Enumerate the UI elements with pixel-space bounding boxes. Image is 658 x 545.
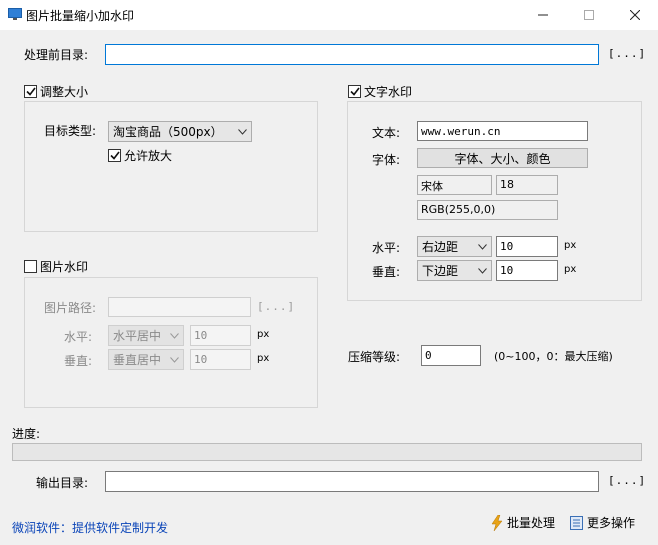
more-actions-button[interactable]: 更多操作 [570,514,635,531]
window-title: 图片批量缩小加水印 [26,9,135,23]
source-dir-input[interactable] [105,44,599,65]
resize-checkbox[interactable] [24,85,37,98]
resize-toggle[interactable]: 调整大小 [24,83,88,100]
company-link[interactable]: 微润软件：提供软件定制开发 [12,519,168,536]
compression-input[interactable]: 0 [421,345,481,366]
image-vertical-select[interactable]: 垂直居中 [108,349,184,370]
text-watermark-checkbox[interactable] [348,85,361,98]
close-icon [630,10,640,20]
image-watermark-checkbox[interactable] [24,260,37,273]
maximize-button[interactable] [566,0,612,30]
image-horizontal-offset[interactable]: 10 [190,325,251,346]
text-horizontal-label: 水平: [372,241,401,255]
image-horizontal-select[interactable]: 水平居中 [108,325,184,346]
batch-process-label: 批量处理 [507,516,556,530]
resize-label: 调整大小 [40,85,89,99]
text-watermark-label: 文字水印 [364,85,413,99]
allow-enlarge-toggle[interactable]: 允许放大 [108,147,172,164]
maximize-icon [584,10,594,20]
allow-enlarge-checkbox[interactable] [108,149,121,162]
list-icon [570,515,583,530]
compression-label: 压缩等级: [348,350,401,364]
font-color-field: RGB(255,0,0) [417,200,558,220]
chevron-down-icon [238,128,247,135]
progress-bar [12,443,642,461]
checkmark-icon [109,151,120,160]
image-path-input[interactable] [108,297,251,317]
image-vertical-offset[interactable]: 10 [190,349,251,370]
minimize-button[interactable] [520,0,566,30]
checkmark-icon [349,87,360,96]
text-horizontal-select[interactable]: 右边距 [417,236,492,257]
text-horizontal-unit: px [564,240,577,251]
font-settings-button[interactable]: 字体、大小、颜色 [417,148,588,168]
image-horizontal-unit: px [257,329,270,340]
image-path-label: 图片路径: [44,301,97,315]
minimize-icon [538,14,548,16]
image-watermark-toggle[interactable]: 图片水印 [24,258,88,275]
source-dir-browse-button[interactable]: [...] [608,47,646,60]
font-label: 字体: [372,153,401,167]
image-vertical-label: 垂直: [64,354,93,368]
image-horizontal-label: 水平: [64,330,93,344]
text-watermark-toggle[interactable]: 文字水印 [348,83,412,100]
output-dir-input[interactable] [105,471,599,492]
text-label: 文本: [372,126,401,140]
text-vertical-value: 下边距 [422,264,459,278]
text-vertical-unit: px [564,264,577,275]
target-type-value: 淘宝商品（500px） [113,125,223,139]
chevron-down-icon [170,332,179,339]
checkmark-icon [25,87,36,96]
font-size-field: 18 [496,175,558,195]
text-vertical-label: 垂直: [372,265,401,279]
close-button[interactable] [612,0,658,30]
font-name-field: 宋体 [417,175,492,195]
chevron-down-icon [478,267,487,274]
lightning-icon [491,514,503,531]
watermark-text-input[interactable]: www.werun.cn [417,121,588,141]
image-path-browse-button[interactable]: [...] [257,300,295,313]
text-vertical-select[interactable]: 下边距 [417,260,492,281]
image-horizontal-value: 水平居中 [113,329,162,343]
output-dir-browse-button[interactable]: [...] [608,474,646,487]
chevron-down-icon [170,356,179,363]
chevron-down-icon [478,243,487,250]
allow-enlarge-label: 允许放大 [124,149,173,163]
image-vertical-value: 垂直居中 [113,353,162,367]
target-type-select[interactable]: 淘宝商品（500px） [108,121,252,142]
progress-label: 进度: [12,427,41,441]
text-horizontal-offset[interactable]: 10 [496,236,558,257]
image-vertical-unit: px [257,353,270,364]
app-icon [8,8,22,20]
text-vertical-offset[interactable]: 10 [496,260,558,281]
image-watermark-label: 图片水印 [40,260,89,274]
compression-hint: (0~100，0：最大压缩) [494,350,613,363]
target-type-label: 目标类型: [44,124,97,138]
batch-process-button[interactable]: 批量处理 [491,514,555,531]
text-horizontal-value: 右边距 [422,240,459,254]
output-dir-label: 输出目录: [36,476,89,490]
source-dir-label: 处理前目录: [24,48,89,62]
more-actions-label: 更多操作 [587,516,636,530]
